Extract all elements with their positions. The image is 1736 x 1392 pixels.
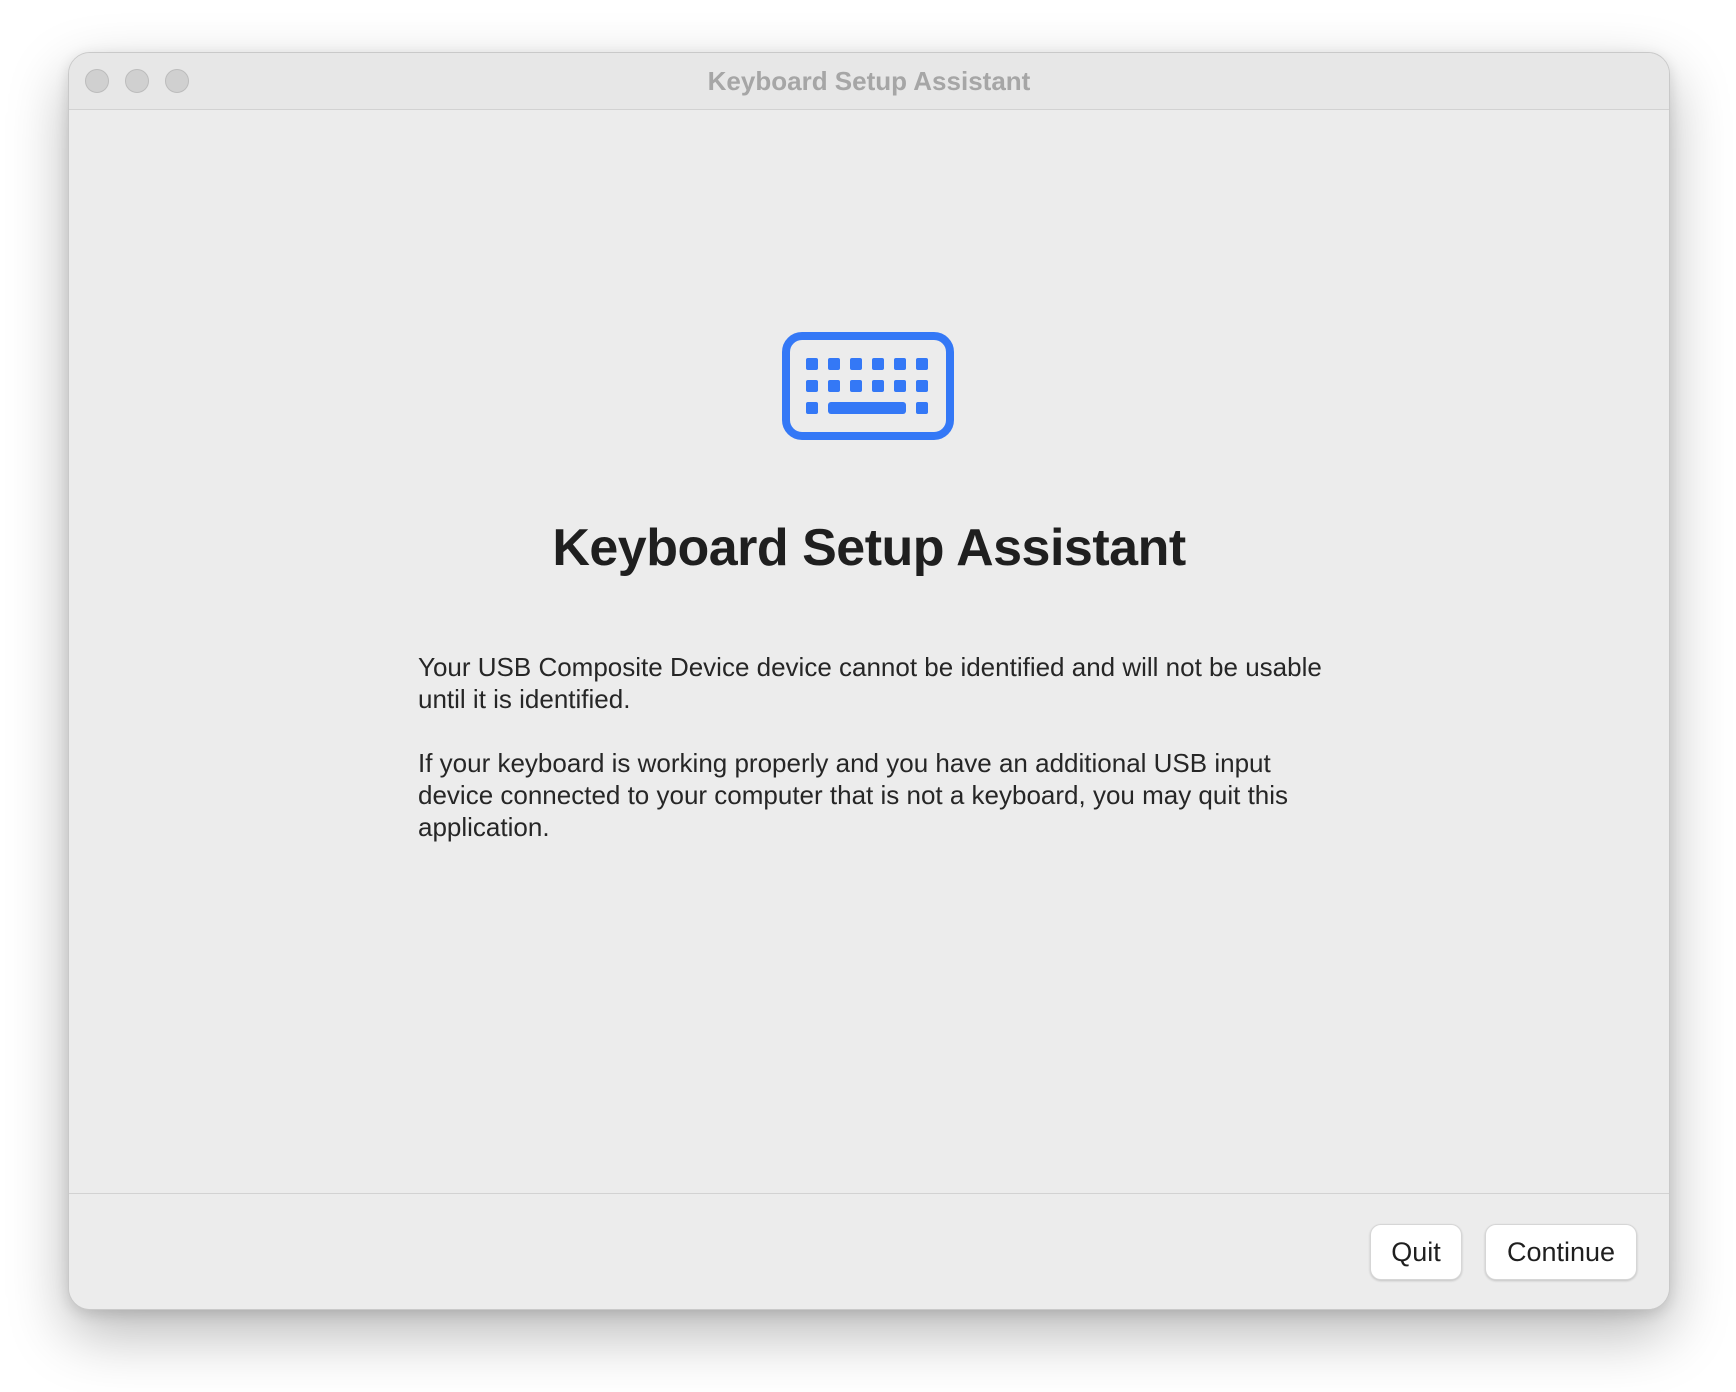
continue-button[interactable]: Continue [1485, 1224, 1637, 1280]
title-bar[interactable]: Keyboard Setup Assistant [69, 53, 1669, 110]
description-paragraph-2: If your keyboard is working properly and… [418, 748, 1289, 842]
setup-assistant-window: Keyboard Setup Assistant Keyboard Setup … [68, 52, 1670, 1310]
description-paragraph-1: Your USB Composite Device device cannot … [418, 652, 1322, 714]
description: Your USB Composite Device device cannot … [418, 651, 1338, 875]
quit-button[interactable]: Quit [1370, 1224, 1462, 1280]
main-content: Keyboard Setup Assistant Your USB Compos… [69, 110, 1669, 1245]
button-bar: Quit Continue [69, 1193, 1669, 1309]
window-title: Keyboard Setup Assistant [707, 66, 1031, 96]
keyboard-icon [782, 332, 954, 440]
page-title: Keyboard Setup Assistant [552, 519, 1186, 577]
